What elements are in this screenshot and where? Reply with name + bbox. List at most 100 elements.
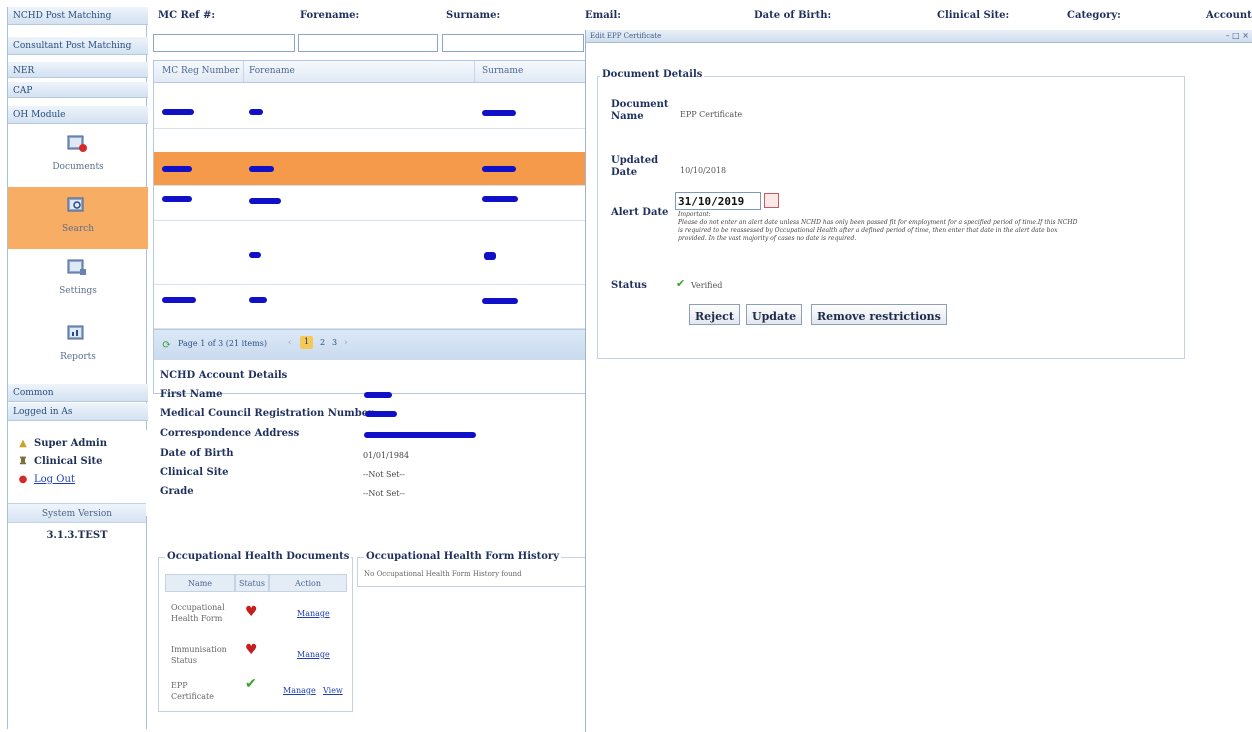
prev-page-icon[interactable]: ‹ [288, 338, 292, 348]
role-row: ▲ Super Admin [17, 438, 107, 453]
user-icon: ▲ [19, 438, 27, 449]
surname-label: Surname: [446, 10, 501, 21]
edit-epp-modal: Edit EPP Certificate – □ × Document Deta… [585, 30, 1252, 732]
mc-ref-input[interactable] [153, 34, 295, 52]
important-label: Important: [678, 211, 711, 218]
page-2[interactable]: 2 [320, 338, 325, 347]
site-icon: ♜ [18, 456, 28, 467]
nav-common[interactable]: Common [8, 384, 148, 402]
next-page-icon[interactable]: › [344, 338, 348, 348]
thumbs-down-icon: ♥ [245, 642, 258, 658]
system-version-header: System Version [8, 503, 146, 523]
nav-ner[interactable]: NER [8, 62, 148, 78]
update-button[interactable]: Update [746, 304, 803, 325]
view-link[interactable]: View [323, 686, 343, 695]
thumbs-down-icon: ♥ [245, 604, 258, 620]
doc-name: EPP Certificate [171, 681, 214, 701]
redacted-value [249, 166, 274, 172]
calendar-icon[interactable] [764, 193, 779, 208]
oh-documents-panel: Occupational Health Documents Name Statu… [158, 551, 353, 712]
table-row[interactable] [154, 187, 589, 221]
email-label: Email: [585, 10, 621, 21]
redacted-value [249, 109, 263, 115]
module-search[interactable]: Search [8, 187, 148, 249]
results-grid: MC Reg Number Forename Surname ⟳ Page 1 … [153, 60, 590, 394]
remove-restrictions-button[interactable]: Remove restrictions [811, 304, 947, 325]
manage-link[interactable]: Manage [297, 609, 330, 618]
check-icon: ✔ [245, 676, 257, 692]
manage-link[interactable]: Manage [297, 650, 330, 659]
table-row[interactable] [154, 95, 589, 129]
check-icon: ✔ [676, 277, 686, 290]
logout-link[interactable]: Log Out [34, 474, 75, 485]
redacted-value [162, 297, 196, 303]
oh-history-title: Occupational Health Form History [364, 551, 562, 562]
table-row[interactable] [154, 223, 589, 285]
settings-icon [67, 259, 86, 275]
module-label: Reports [60, 352, 96, 362]
redacted-value [162, 109, 194, 115]
page-3[interactable]: 3 [332, 338, 337, 347]
module-documents[interactable]: Documents [8, 125, 148, 187]
alert-date-input[interactable] [675, 192, 761, 210]
redacted-value [482, 298, 518, 304]
nav-consultant-post-matching[interactable]: Consultant Post Matching [8, 37, 148, 55]
status-value: Verified [691, 281, 723, 290]
site-detail-label: Clinical Site [160, 467, 229, 478]
status-label: Status [611, 280, 647, 291]
dob-label: Date of Birth: [754, 10, 832, 21]
grade-label: Grade [160, 486, 194, 497]
surname-input[interactable] [442, 34, 584, 52]
role-label: Super Admin [34, 438, 107, 449]
redacted-value [364, 432, 476, 438]
document-name-value: EPP Certificate [680, 110, 743, 119]
reject-button[interactable]: Reject [689, 304, 740, 325]
updated-date-label: Updated Date [611, 155, 659, 178]
reports-icon [67, 325, 84, 340]
clinical-site-label: Clinical Site: [937, 10, 1010, 21]
redacted-value [249, 297, 267, 303]
forename-input[interactable] [298, 34, 438, 52]
nav-nchd-post-matching[interactable]: NCHD Post Matching [8, 7, 148, 25]
forename-label: Forename: [300, 10, 360, 21]
site-value: --Not Set-- [363, 470, 405, 479]
first-name-label: First Name [160, 389, 223, 400]
nav-logged-in-as[interactable]: Logged in As [8, 403, 148, 421]
nav-cap[interactable]: CAP [8, 82, 148, 98]
manage-link[interactable]: Manage [283, 686, 316, 695]
address-label: Correspondence Address [160, 428, 300, 439]
col-status: Status [235, 574, 269, 592]
sidebar: NCHD Post Matching Consultant Post Match… [7, 7, 148, 729]
redacted-value [484, 252, 496, 260]
nav-oh-module[interactable]: OH Module [8, 106, 148, 124]
modal-title: Edit EPP Certificate [590, 32, 662, 40]
pager-summary: Page 1 of 3 (21 items) [178, 339, 267, 348]
alert-date-label: Alert Date [611, 207, 669, 218]
document-name-label: Document Name [611, 99, 669, 122]
page-1[interactable]: 1 [300, 336, 313, 349]
module-reports[interactable]: Reports [8, 315, 148, 377]
mcrn-label: Medical Council Registration Number [160, 408, 374, 419]
oh-documents-title: Occupational Health Documents [165, 551, 352, 562]
redacted-value [162, 166, 192, 172]
table-row[interactable] [154, 287, 589, 329]
documents-icon [67, 135, 87, 152]
site-row: ♜ Clinical Site [17, 456, 103, 471]
col-surname[interactable]: Surname [482, 66, 523, 76]
redacted-value [249, 252, 261, 258]
account-title: NCHD Account Details [160, 370, 288, 381]
refresh-icon[interactable]: ⟳ [162, 338, 171, 351]
grid-header: MC Reg Number Forename Surname [154, 61, 589, 83]
modal-titlebar: Edit EPP Certificate – □ × [586, 30, 1252, 43]
col-mc-reg[interactable]: MC Reg Number [162, 66, 239, 76]
redacted-value [249, 198, 281, 204]
redacted-value [364, 392, 392, 398]
redacted-value [365, 411, 397, 417]
window-controls[interactable]: – □ × [1226, 31, 1249, 40]
col-forename[interactable]: Forename [249, 66, 295, 76]
account-label: Account [1206, 10, 1252, 21]
search-icon [67, 197, 84, 212]
module-settings[interactable]: Settings [8, 249, 148, 311]
table-row-selected[interactable] [154, 152, 589, 186]
dob-detail-label: Date of Birth [160, 448, 234, 459]
